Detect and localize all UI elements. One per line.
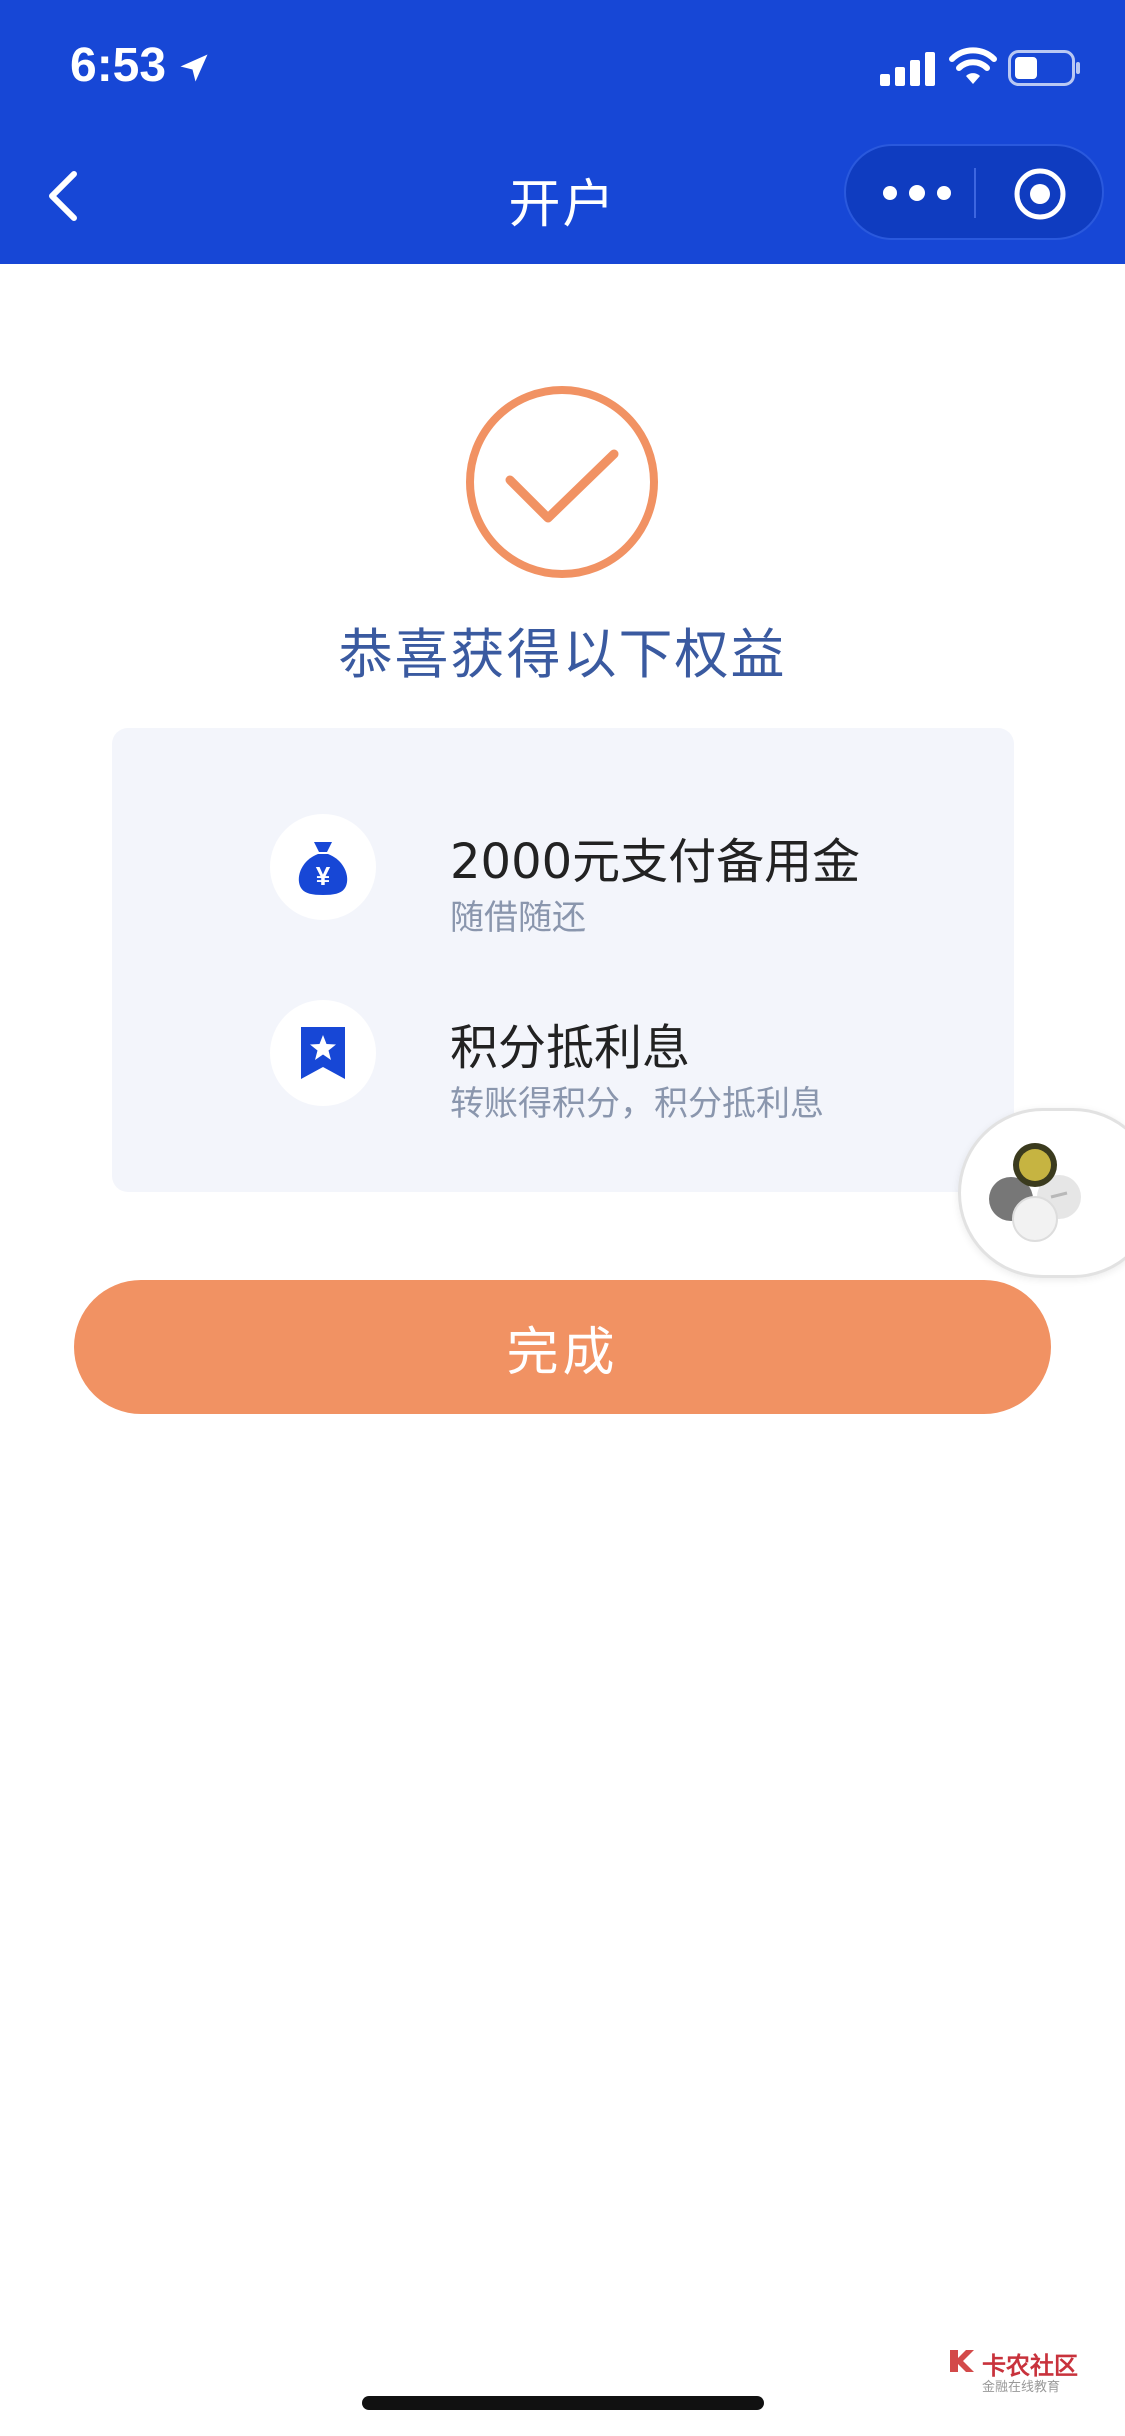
benefit-desc: 转账得积分，积分抵利息: [450, 1084, 824, 1124]
svg-text:¥: ¥: [316, 861, 331, 891]
benefit-title: 积分抵利息: [450, 1020, 691, 1076]
benefit-item-points: 积分抵利息 转账得积分，积分抵利息: [112, 1000, 1014, 1140]
location-arrow-icon: [180, 54, 208, 82]
cellular-signal-icon: [880, 52, 935, 86]
watermark-logo-icon: [950, 2350, 974, 2372]
bookmark-star-icon: [301, 1027, 345, 1079]
benefit-item-reserve-fund: ¥ 2000元支付备用金 随借随还: [112, 814, 1014, 954]
capsule-divider: [974, 168, 976, 218]
benefit-icon-circle: [270, 1000, 376, 1106]
home-indicator[interactable]: [362, 2396, 764, 2410]
benefits-card: ¥ 2000元支付备用金 随借随还 积分抵利息 转账得积分，积分抵利息: [112, 728, 1014, 1192]
more-options-icon[interactable]: [882, 178, 952, 208]
money-bag-yen-icon: ¥: [298, 842, 348, 895]
benefit-title: 2000元支付备用金: [450, 834, 861, 890]
battery-icon: [1008, 50, 1080, 86]
watermark: 卡农社区 金融在线教育: [946, 2346, 1078, 2395]
wifi-icon: [949, 47, 997, 84]
floating-widget[interactable]: [958, 1108, 1125, 1278]
close-target-icon[interactable]: [1012, 166, 1068, 222]
status-time: 6:53: [70, 39, 167, 92]
mini-program-capsule: [844, 144, 1104, 240]
congrats-headline: 恭喜获得以下权益: [338, 623, 787, 686]
success-check-icon: [466, 386, 658, 578]
benefit-desc: 随借随还: [450, 898, 586, 938]
app-header: 6:53 开户: [0, 0, 1125, 264]
watermark-subtitle: 金融在线教育: [982, 2380, 1061, 2395]
shared-avatars-icon: [989, 1143, 1081, 1242]
done-button[interactable]: 完成: [74, 1280, 1051, 1414]
benefit-icon-circle: ¥: [270, 814, 376, 920]
